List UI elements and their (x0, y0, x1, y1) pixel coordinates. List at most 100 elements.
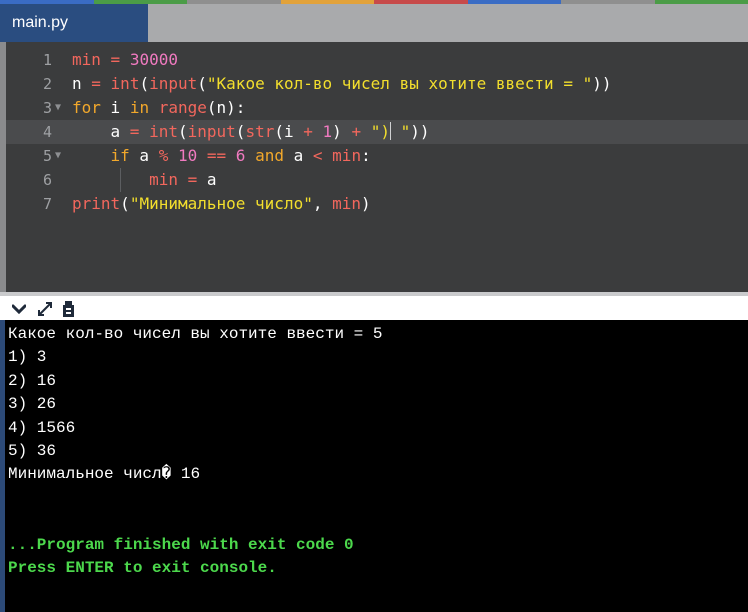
collapse-console-button[interactable] (10, 300, 28, 318)
code-token: n (72, 74, 82, 93)
code-token: input (149, 74, 198, 93)
code-line[interactable]: 3 ▼ for i in range(n): (6, 96, 748, 120)
code-token: min (332, 146, 362, 165)
code-token: (i (274, 122, 304, 141)
code-token: )) (592, 74, 612, 93)
code-token: 30000 (129, 50, 178, 69)
console-line: Какое кол-во чисел вы хотите ввести = 5 (8, 325, 383, 343)
code-token: 1 (322, 122, 333, 141)
code-token: a (206, 170, 217, 189)
code-token: print (72, 194, 121, 213)
console-toolbar (0, 292, 748, 320)
tab-label: main.py (12, 14, 69, 31)
code-token: in (129, 98, 150, 117)
code-token: ") (370, 122, 390, 141)
code-line[interactable]: 2n = int(input("Какое кол-во чисел вы хо… (6, 72, 748, 96)
line-number: 7 (42, 195, 52, 213)
code-line[interactable]: 5 ▼ if a % 10 == 6 and a < min: (6, 144, 748, 168)
indent-guide (120, 168, 121, 192)
console-line: 3) 26 (8, 395, 57, 414)
code-token: = (100, 50, 130, 69)
line-number: 3 (42, 99, 52, 117)
code-text: n = int(input("Какое кол-во чисел вы хот… (72, 72, 611, 96)
code-token: a (72, 122, 121, 141)
copy-console-button[interactable] (60, 300, 78, 318)
code-token: (n): (206, 98, 246, 117)
code-token: == (206, 146, 227, 165)
fold-arrow-icon[interactable]: ▼ (55, 144, 61, 168)
console-left-edge (0, 320, 5, 612)
line-number: 6 (42, 171, 52, 189)
line-number: 1 (42, 51, 52, 69)
code-token: "Какое кол-во чисел вы хотите ввести = " (206, 74, 593, 93)
code-token: str (245, 122, 275, 141)
code-token: min (332, 194, 362, 213)
expand-console-button[interactable] (36, 300, 54, 318)
copy-clipboard-icon (63, 301, 74, 317)
code-text: print("Минимальное число", min) (72, 192, 371, 216)
code-token: ) (361, 194, 371, 213)
code-line[interactable]: 6 min = a (6, 168, 748, 192)
line-number: 4 (42, 123, 52, 141)
code-token: and (255, 146, 284, 165)
code-token: min (72, 170, 178, 189)
code-token: " (390, 122, 411, 141)
console-line: Минимальное числ� 16 (8, 465, 201, 484)
code-text: if a % 10 == 6 and a < min: (72, 144, 371, 168)
code-token: : (361, 146, 371, 165)
code-token: + (303, 122, 313, 141)
code-editor[interactable]: 1 min = 30000 2 n = int(input("Какое кол-во… (6, 42, 748, 292)
console-output[interactable]: Какое кол-во чисел вы хотите ввести = 5 1… (0, 320, 748, 612)
code-token: + (351, 122, 362, 141)
fold-arrow-icon[interactable]: ▼ (55, 96, 61, 120)
code-token: ) (332, 122, 352, 141)
code-token: for (72, 98, 101, 117)
code-token: ( (120, 194, 130, 213)
code-token: )) (410, 122, 430, 141)
code-token: 10 (177, 146, 198, 165)
console-line: 2) 16 (8, 371, 57, 390)
code-token: min (72, 50, 101, 69)
code-text: for i in range(n): (72, 96, 245, 120)
code-token: = (81, 74, 111, 93)
code-token: int (110, 74, 140, 93)
code-token: a (283, 146, 313, 165)
code-token: = (120, 122, 150, 141)
code-text: min = 30000 (72, 48, 178, 72)
console-line: ...Program finished with exit code 0 (8, 535, 354, 554)
code-token: < (312, 146, 323, 165)
code-text: a = int(input(str(i + 1) + ") ")) (72, 120, 430, 144)
console-line: Press ENTER to exit console. (8, 559, 277, 577)
expand-arrows-icon (38, 302, 52, 316)
line-number: 2 (42, 75, 52, 93)
code-token: ( (177, 122, 188, 141)
code-token: ( (235, 122, 246, 141)
code-token: % (158, 146, 169, 165)
code-token: "Минимальное число" (129, 194, 313, 213)
code-line[interactable]: 1 min = 30000 (6, 48, 748, 72)
code-line[interactable]: 4 a = int(input(str(i + 1) + ") ")) (6, 120, 748, 144)
code-token: input (187, 122, 236, 141)
code-token: i (100, 98, 130, 117)
code-text: min = a (72, 168, 217, 192)
code-token: range (158, 98, 207, 117)
tab-main-py[interactable]: main.py (0, 4, 148, 42)
code-token: = (177, 170, 207, 189)
code-token: int (149, 122, 178, 141)
chevron-down-icon (12, 304, 26, 314)
console-line: 5) 36 (8, 442, 57, 460)
tab-bar: main.py (0, 0, 748, 42)
code-token: , (312, 194, 333, 213)
code-token: if (72, 146, 130, 165)
code-token: ( (197, 74, 207, 93)
code-line[interactable]: 7 print("Минимальное число", min) (6, 192, 748, 216)
code-token: a (129, 146, 159, 165)
